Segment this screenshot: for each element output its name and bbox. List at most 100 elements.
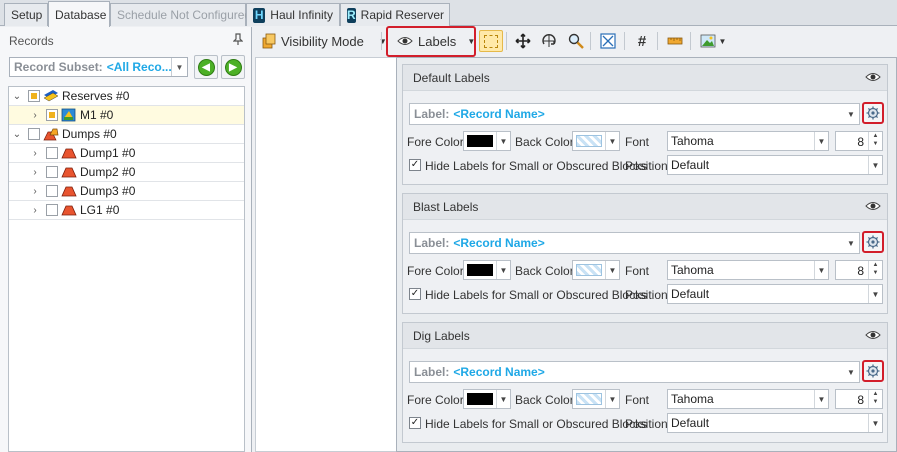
- tree-label: Dump3 #0: [80, 184, 136, 198]
- position-label: Position: [625, 288, 668, 302]
- previous-button[interactable]: ◀: [194, 55, 218, 79]
- rotate-button[interactable]: [539, 31, 559, 51]
- fore-color-picker[interactable]: ▼: [463, 260, 511, 280]
- position-select[interactable]: Default ▼: [667, 413, 883, 433]
- label-settings-button[interactable]: [862, 102, 884, 124]
- hide-labels-checkbox[interactable]: ✓: [409, 288, 421, 300]
- visibility-mode-button[interactable]: Visibility Mode ▼: [262, 30, 387, 52]
- ruler-button[interactable]: [665, 31, 685, 51]
- chevron-down-icon[interactable]: ▼: [814, 132, 828, 150]
- tree-checkbox[interactable]: [46, 204, 58, 216]
- zoom-extents-button[interactable]: [598, 31, 618, 51]
- label-settings-button[interactable]: [862, 231, 884, 253]
- dump-shape-icon: [61, 205, 77, 216]
- chevron-right-icon[interactable]: ›: [29, 148, 41, 159]
- grid-button[interactable]: #: [632, 31, 652, 51]
- chevron-down-icon[interactable]: ▼: [605, 390, 619, 408]
- position-value: Default: [671, 158, 710, 172]
- chevron-down-icon[interactable]: ▼: [605, 132, 619, 150]
- selection-toggle-button[interactable]: [479, 30, 503, 52]
- chevron-down-icon[interactable]: ▼: [845, 104, 857, 124]
- fore-color-picker[interactable]: ▼: [463, 389, 511, 409]
- chevron-right-icon[interactable]: ›: [29, 205, 41, 216]
- color-swatch: [467, 264, 493, 276]
- eye-icon[interactable]: [865, 329, 881, 341]
- picture-icon: [700, 34, 715, 48]
- label-expression-field[interactable]: Label: <Record Name> ▼: [409, 232, 860, 254]
- image-button[interactable]: ▼: [697, 31, 729, 51]
- chevron-down-icon[interactable]: ▼: [845, 233, 857, 253]
- chevron-down-icon[interactable]: ▼: [605, 261, 619, 279]
- back-color-picker[interactable]: ▼: [572, 389, 620, 409]
- label-expression-field[interactable]: Label: <Record Name> ▼: [409, 103, 860, 125]
- tree-row-dump3[interactable]: › Dump3 #0: [9, 182, 244, 201]
- hide-labels-checkbox[interactable]: ✓: [409, 159, 421, 171]
- font-label: Font: [625, 393, 650, 407]
- font-size-stepper[interactable]: 8 ▲ ▼: [835, 389, 883, 409]
- tree-label: Reserves #0: [62, 89, 130, 103]
- chevron-down-icon[interactable]: ▼: [171, 58, 187, 76]
- fit-extents-icon: [600, 33, 616, 49]
- record-subset-select[interactable]: Record Subset: <All Reco... ▼: [9, 57, 188, 77]
- tree-row-dump1[interactable]: › Dump1 #0: [9, 144, 244, 163]
- tree-checkbox[interactable]: [46, 109, 58, 121]
- hide-labels-checkbox[interactable]: ✓: [409, 417, 421, 429]
- tab-rapid-reserver[interactable]: R Rapid Reserver: [340, 3, 450, 26]
- tree-checkbox[interactable]: [28, 90, 40, 102]
- spin-arrows-icon[interactable]: ▲ ▼: [868, 390, 882, 408]
- tree-row-lg1[interactable]: › LG1 #0: [9, 201, 244, 220]
- font-label: Font: [625, 264, 650, 278]
- chevron-down-icon[interactable]: ▼: [845, 362, 857, 382]
- font-select[interactable]: Tahoma ▼: [667, 389, 829, 409]
- spin-arrows-icon[interactable]: ▲ ▼: [868, 261, 882, 279]
- chevron-down-icon[interactable]: ▼: [496, 390, 510, 408]
- tree-row-dump2[interactable]: › Dump2 #0: [9, 163, 244, 182]
- tab-setup[interactable]: Setup: [4, 3, 48, 26]
- tree-checkbox[interactable]: [46, 185, 58, 197]
- chevron-right-icon[interactable]: ›: [29, 167, 41, 178]
- group-header: Default Labels: [403, 65, 887, 91]
- tab-database[interactable]: Database: [48, 1, 110, 27]
- tree-checkbox[interactable]: [46, 147, 58, 159]
- tree-checkbox[interactable]: [28, 128, 40, 140]
- model-icon: [61, 108, 76, 122]
- pin-icon[interactable]: [232, 33, 244, 48]
- zoom-button[interactable]: [566, 31, 586, 51]
- view-canvas[interactable]: [255, 57, 397, 452]
- font-select[interactable]: Tahoma ▼: [667, 260, 829, 280]
- tree-row-m1[interactable]: › M1 #0: [9, 106, 244, 125]
- fore-color-picker[interactable]: ▼: [463, 131, 511, 151]
- chevron-down-icon[interactable]: ▼: [496, 261, 510, 279]
- font-select[interactable]: Tahoma ▼: [667, 131, 829, 151]
- chevron-down-icon[interactable]: ▼: [814, 261, 828, 279]
- position-select[interactable]: Default ▼: [667, 155, 883, 175]
- pan-button[interactable]: [513, 31, 533, 51]
- tab-haul-infinity[interactable]: H Haul Infinity: [246, 3, 340, 26]
- chevron-down-icon[interactable]: ⌄: [11, 129, 23, 140]
- chevron-down-icon[interactable]: ⌄: [11, 91, 23, 102]
- chevron-down-icon[interactable]: ▼: [496, 132, 510, 150]
- label-settings-button[interactable]: [862, 360, 884, 382]
- chevron-down-icon[interactable]: ▼: [868, 414, 882, 432]
- chevron-down-icon[interactable]: ▼: [868, 156, 882, 174]
- tree-row-reserves[interactable]: ⌄ Reserves #0: [9, 87, 244, 106]
- eye-icon[interactable]: [865, 71, 881, 83]
- tab-schedule[interactable]: Schedule Not Configured: [110, 3, 251, 26]
- spin-arrows-icon[interactable]: ▲ ▼: [868, 132, 882, 150]
- next-button[interactable]: ▶: [221, 55, 245, 79]
- back-color-picker[interactable]: ▼: [572, 260, 620, 280]
- position-select[interactable]: Default ▼: [667, 284, 883, 304]
- eye-icon[interactable]: [865, 200, 881, 212]
- tree-row-dumps[interactable]: ⌄ Dumps #0: [9, 125, 244, 144]
- font-size-stepper[interactable]: 8 ▲ ▼: [835, 131, 883, 151]
- chevron-down-icon[interactable]: ▼: [814, 390, 828, 408]
- label-value: <Record Name>: [453, 236, 545, 250]
- chevron-down-icon[interactable]: ▼: [868, 285, 882, 303]
- chevron-right-icon[interactable]: ›: [29, 186, 41, 197]
- back-color-picker[interactable]: ▼: [572, 131, 620, 151]
- font-size-stepper[interactable]: 8 ▲ ▼: [835, 260, 883, 280]
- label-expression-field[interactable]: Label: <Record Name> ▼: [409, 361, 860, 383]
- tree-checkbox[interactable]: [46, 166, 58, 178]
- visibility-mode-label: Visibility Mode: [281, 33, 364, 49]
- chevron-right-icon[interactable]: ›: [29, 110, 41, 121]
